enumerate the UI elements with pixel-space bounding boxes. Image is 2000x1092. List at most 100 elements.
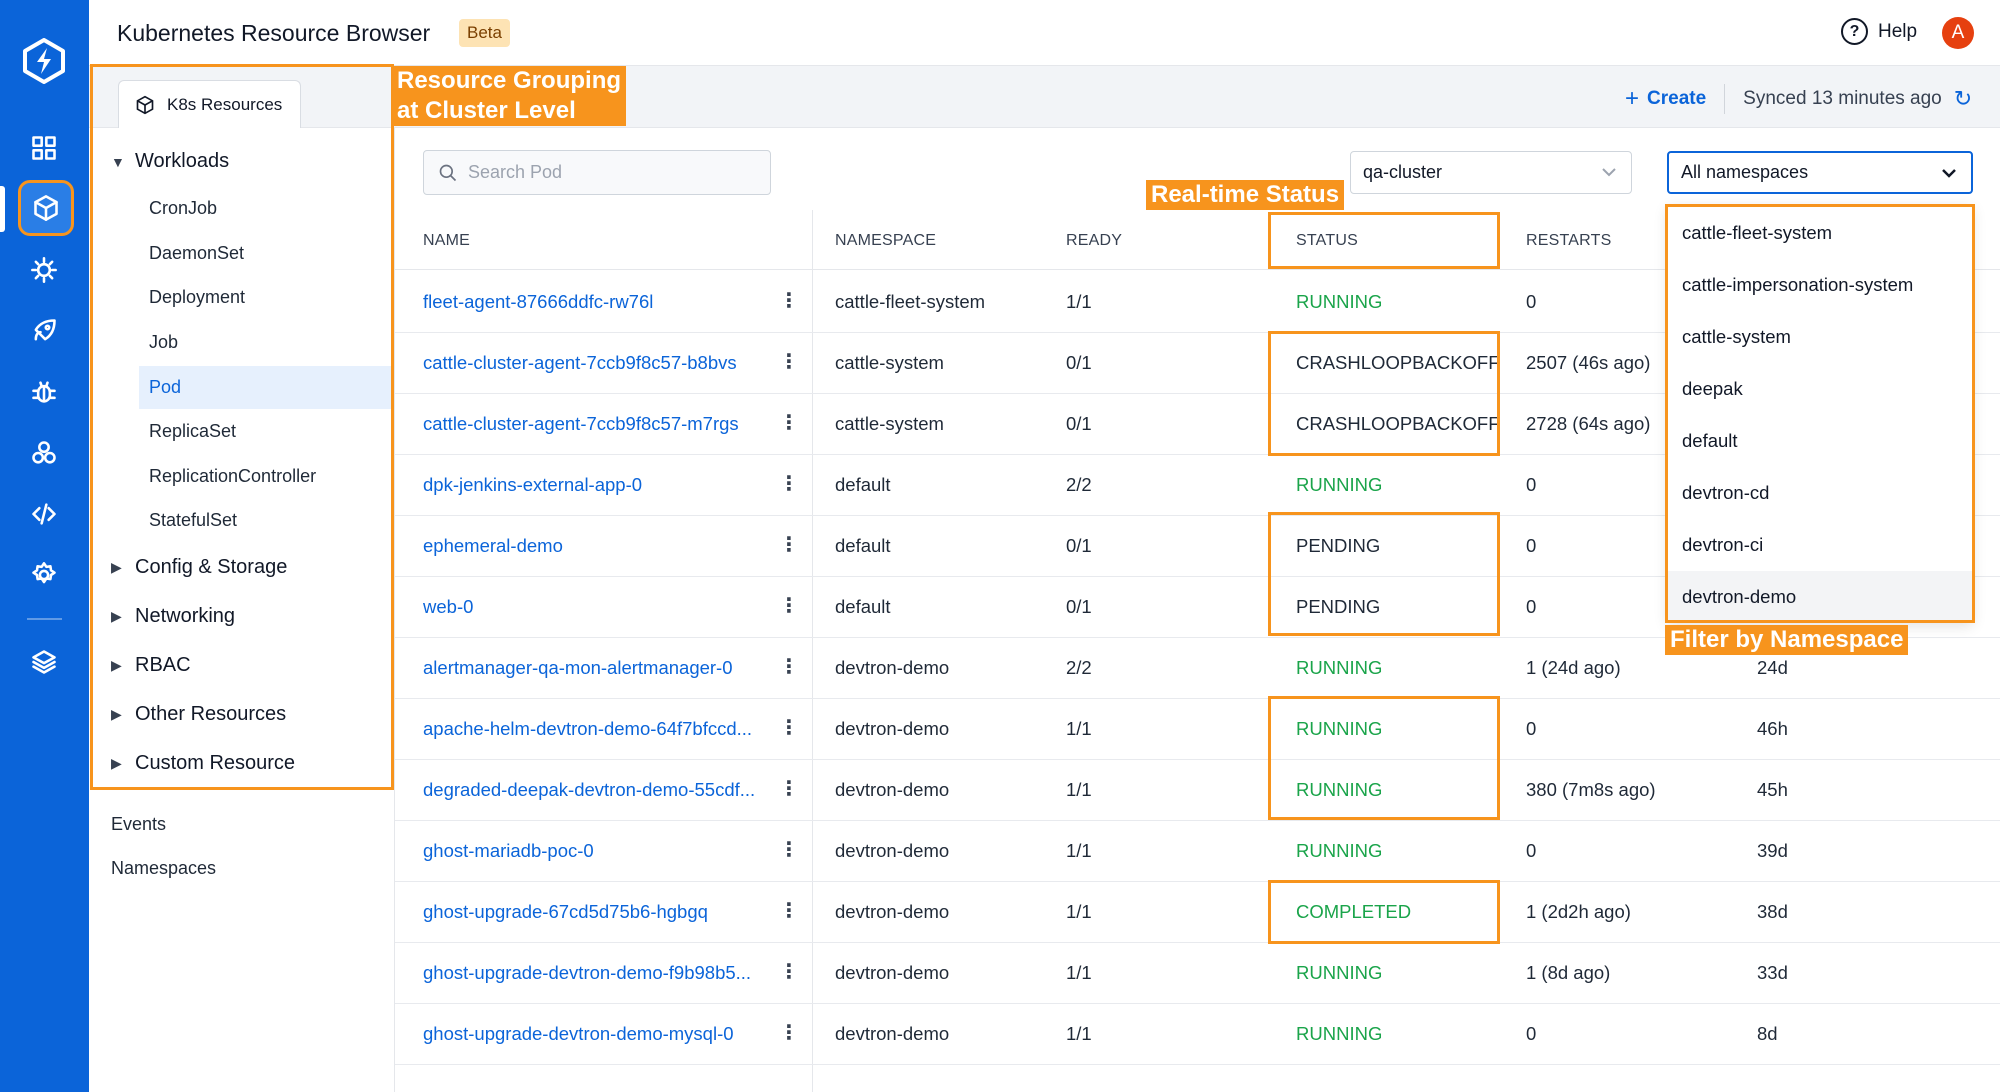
pod-name-link[interactable]: apache-helm-devtron-demo-64f7bfccd... xyxy=(423,718,752,740)
pod-ready: 1/1 xyxy=(1066,901,1092,922)
pod-status: COMPLETED xyxy=(1296,901,1412,922)
tab-k8s-resources[interactable]: K8s Resources xyxy=(118,80,301,129)
sync-status: Synced 13 minutes ago xyxy=(1743,88,1942,109)
sidebar-item-cronjob[interactable]: CronJob xyxy=(139,187,392,230)
active-indicator xyxy=(0,186,5,232)
more-options-icon[interactable]: ⋮ xyxy=(779,898,799,923)
more-options-icon[interactable]: ⋮ xyxy=(779,715,799,740)
gear-icon[interactable] xyxy=(26,557,62,593)
namespace-option[interactable]: deepak xyxy=(1668,363,1972,415)
table-row[interactable]: degraded-deepak-devtron-demo-55cdf... ⋮ de… xyxy=(395,760,2000,821)
pod-age: 24d xyxy=(1757,657,1788,678)
sidebar-item-pod[interactable]: Pod xyxy=(139,366,392,409)
help-button[interactable]: ? Help xyxy=(1841,18,1917,45)
cluster-icon[interactable] xyxy=(26,435,62,471)
more-options-icon[interactable]: ⋮ xyxy=(779,837,799,862)
pod-status: RUNNING xyxy=(1296,779,1383,800)
pod-name-link[interactable]: ephemeral-demo xyxy=(423,535,563,557)
cluster-select-value: qa-cluster xyxy=(1363,162,1443,182)
column-header-ready[interactable]: READY xyxy=(1066,232,1122,250)
namespace-option[interactable]: devtron-demo xyxy=(1668,571,1972,623)
sidebar-item-deployment[interactable]: Deployment xyxy=(139,276,392,319)
pod-name-link[interactable]: cattle-cluster-agent-7ccb9f8c57-b8bvs xyxy=(423,352,737,374)
sidebar-item-namespaces[interactable]: Namespaces xyxy=(111,858,216,879)
pod-restarts: 2507 (46s ago) xyxy=(1526,352,1651,373)
table-row[interactable]: ghost-upgrade-devtron-demo-f9b98b5... ⋮ de… xyxy=(395,943,2000,1004)
table-row[interactable]: ghost-mariadb-poc-0 ⋮ devtron-demo 1/1 RUNNI… xyxy=(395,821,2000,882)
pod-namespace: devtron-demo xyxy=(835,901,950,922)
pod-name-link[interactable]: ghost-upgrade-devtron-demo-mysql-0 xyxy=(423,1023,734,1045)
namespace-option[interactable]: cattle-system xyxy=(1668,311,1972,363)
pod-name-link[interactable]: cattle-cluster-agent-7ccb9f8c57-m7rgs xyxy=(423,413,739,435)
pod-name-link[interactable]: ghost-upgrade-devtron-demo-f9b98b5... xyxy=(423,962,751,984)
pod-name-link[interactable]: degraded-deepak-devtron-demo-55cdf... xyxy=(423,779,755,801)
table-row[interactable]: ghost-upgrade-67cd5d75b6-hgbgq ⋮ devtron-d… xyxy=(395,882,2000,943)
more-options-icon[interactable]: ⋮ xyxy=(779,776,799,801)
column-header-status[interactable]: STATUS xyxy=(1296,232,1358,250)
namespace-option[interactable]: cattle-fleet-system xyxy=(1668,207,1972,259)
rocket-icon[interactable] xyxy=(26,313,62,349)
column-header-restarts[interactable]: RESTARTS xyxy=(1526,232,1611,250)
cluster-select[interactable]: qa-cluster xyxy=(1350,151,1632,194)
column-header-name[interactable]: NAME xyxy=(423,232,470,250)
sidebar-item-job[interactable]: Job xyxy=(139,321,392,364)
pod-namespace: devtron-demo xyxy=(835,840,950,861)
annotation-label-filter: Filter by Namespace xyxy=(1665,625,1909,655)
icon-rail xyxy=(0,0,89,1092)
namespace-option[interactable]: default xyxy=(1668,415,1972,467)
namespace-option[interactable]: devtron-ci xyxy=(1668,519,1972,571)
sidebar-item-replicaset[interactable]: ReplicaSet xyxy=(139,410,392,453)
caret-right-icon: ▶ xyxy=(111,706,122,722)
sidebar-group-networking[interactable]: ▶ Networking xyxy=(111,605,235,628)
sidebar-item-statefulset[interactable]: StatefulSet xyxy=(139,499,392,542)
top-header: Kubernetes Resource Browser Beta ? Help … xyxy=(89,0,2000,66)
sidebar-group-other-resources[interactable]: ▶ Other Resources xyxy=(111,703,286,726)
pod-status: RUNNING xyxy=(1296,657,1383,678)
cube-icon[interactable] xyxy=(18,180,74,236)
namespace-option[interactable]: cattle-impersonation-system xyxy=(1668,259,1972,311)
grid-icon[interactable] xyxy=(26,130,62,166)
more-options-icon[interactable]: ⋮ xyxy=(779,471,799,496)
pod-name-link[interactable]: ghost-mariadb-poc-0 xyxy=(423,840,594,862)
pod-name-link[interactable]: ghost-upgrade-67cd5d75b6-hgbgq xyxy=(423,901,708,923)
sidebar-group-custom-resource[interactable]: ▶ Custom Resource xyxy=(111,752,295,775)
table-row[interactable]: ghost-upgrade-devtron-demo-mysql-0 ⋮ devtr… xyxy=(395,1004,2000,1065)
sidebar-item-replicationcontroller[interactable]: ReplicationController xyxy=(139,455,392,498)
sidebar-group-rbac[interactable]: ▶ RBAC xyxy=(111,654,191,677)
search-input[interactable]: Search Pod xyxy=(423,150,771,195)
table-row[interactable]: apache-helm-devtron-demo-64f7bfccd... ⋮ de… xyxy=(395,699,2000,760)
pod-status: RUNNING xyxy=(1296,474,1383,495)
bug-icon[interactable] xyxy=(26,374,62,410)
pod-name-link[interactable]: dpk-jenkins-external-app-0 xyxy=(423,474,642,496)
stack-icon[interactable] xyxy=(26,644,62,680)
sidebar-group-config-storage[interactable]: ▶ Config & Storage xyxy=(111,556,287,579)
more-options-icon[interactable]: ⋮ xyxy=(779,410,799,435)
more-options-icon[interactable]: ⋮ xyxy=(779,654,799,679)
create-button[interactable]: + Create xyxy=(1625,85,1706,113)
pod-name-link[interactable]: alertmanager-qa-mon-alertmanager-0 xyxy=(423,657,733,679)
more-options-icon[interactable]: ⋮ xyxy=(779,1020,799,1045)
namespace-option[interactable]: devtron-cd xyxy=(1668,467,1972,519)
more-options-icon[interactable]: ⋮ xyxy=(779,593,799,618)
column-header-namespace[interactable]: NAMESPACE xyxy=(835,232,936,250)
pod-restarts: 1 (8d ago) xyxy=(1526,962,1611,983)
devtron-logo-icon[interactable] xyxy=(21,38,67,84)
avatar[interactable]: A xyxy=(1942,17,1974,49)
caret-right-icon: ▶ xyxy=(111,657,122,673)
more-options-icon[interactable]: ⋮ xyxy=(779,349,799,374)
code-icon[interactable] xyxy=(26,496,62,532)
bug-gear-icon[interactable] xyxy=(26,252,62,288)
namespace-select[interactable]: All namespaces xyxy=(1667,151,1973,194)
pod-name-link[interactable]: fleet-agent-87666ddfc-rw76l xyxy=(423,291,653,313)
sidebar-item-events[interactable]: Events xyxy=(111,814,166,835)
more-options-icon[interactable]: ⋮ xyxy=(779,959,799,984)
pod-ready: 0/1 xyxy=(1066,596,1092,617)
caret-down-icon: ▼ xyxy=(111,153,125,170)
refresh-icon[interactable]: ↻ xyxy=(1954,86,1972,112)
pod-name-link[interactable]: web-0 xyxy=(423,596,473,618)
more-options-icon[interactable]: ⋮ xyxy=(779,532,799,557)
pod-namespace: devtron-demo xyxy=(835,718,950,739)
sidebar-group-workloads[interactable]: ▼ Workloads xyxy=(111,150,229,173)
more-options-icon[interactable]: ⋮ xyxy=(779,288,799,313)
sidebar-item-daemonset[interactable]: DaemonSet xyxy=(139,232,392,275)
